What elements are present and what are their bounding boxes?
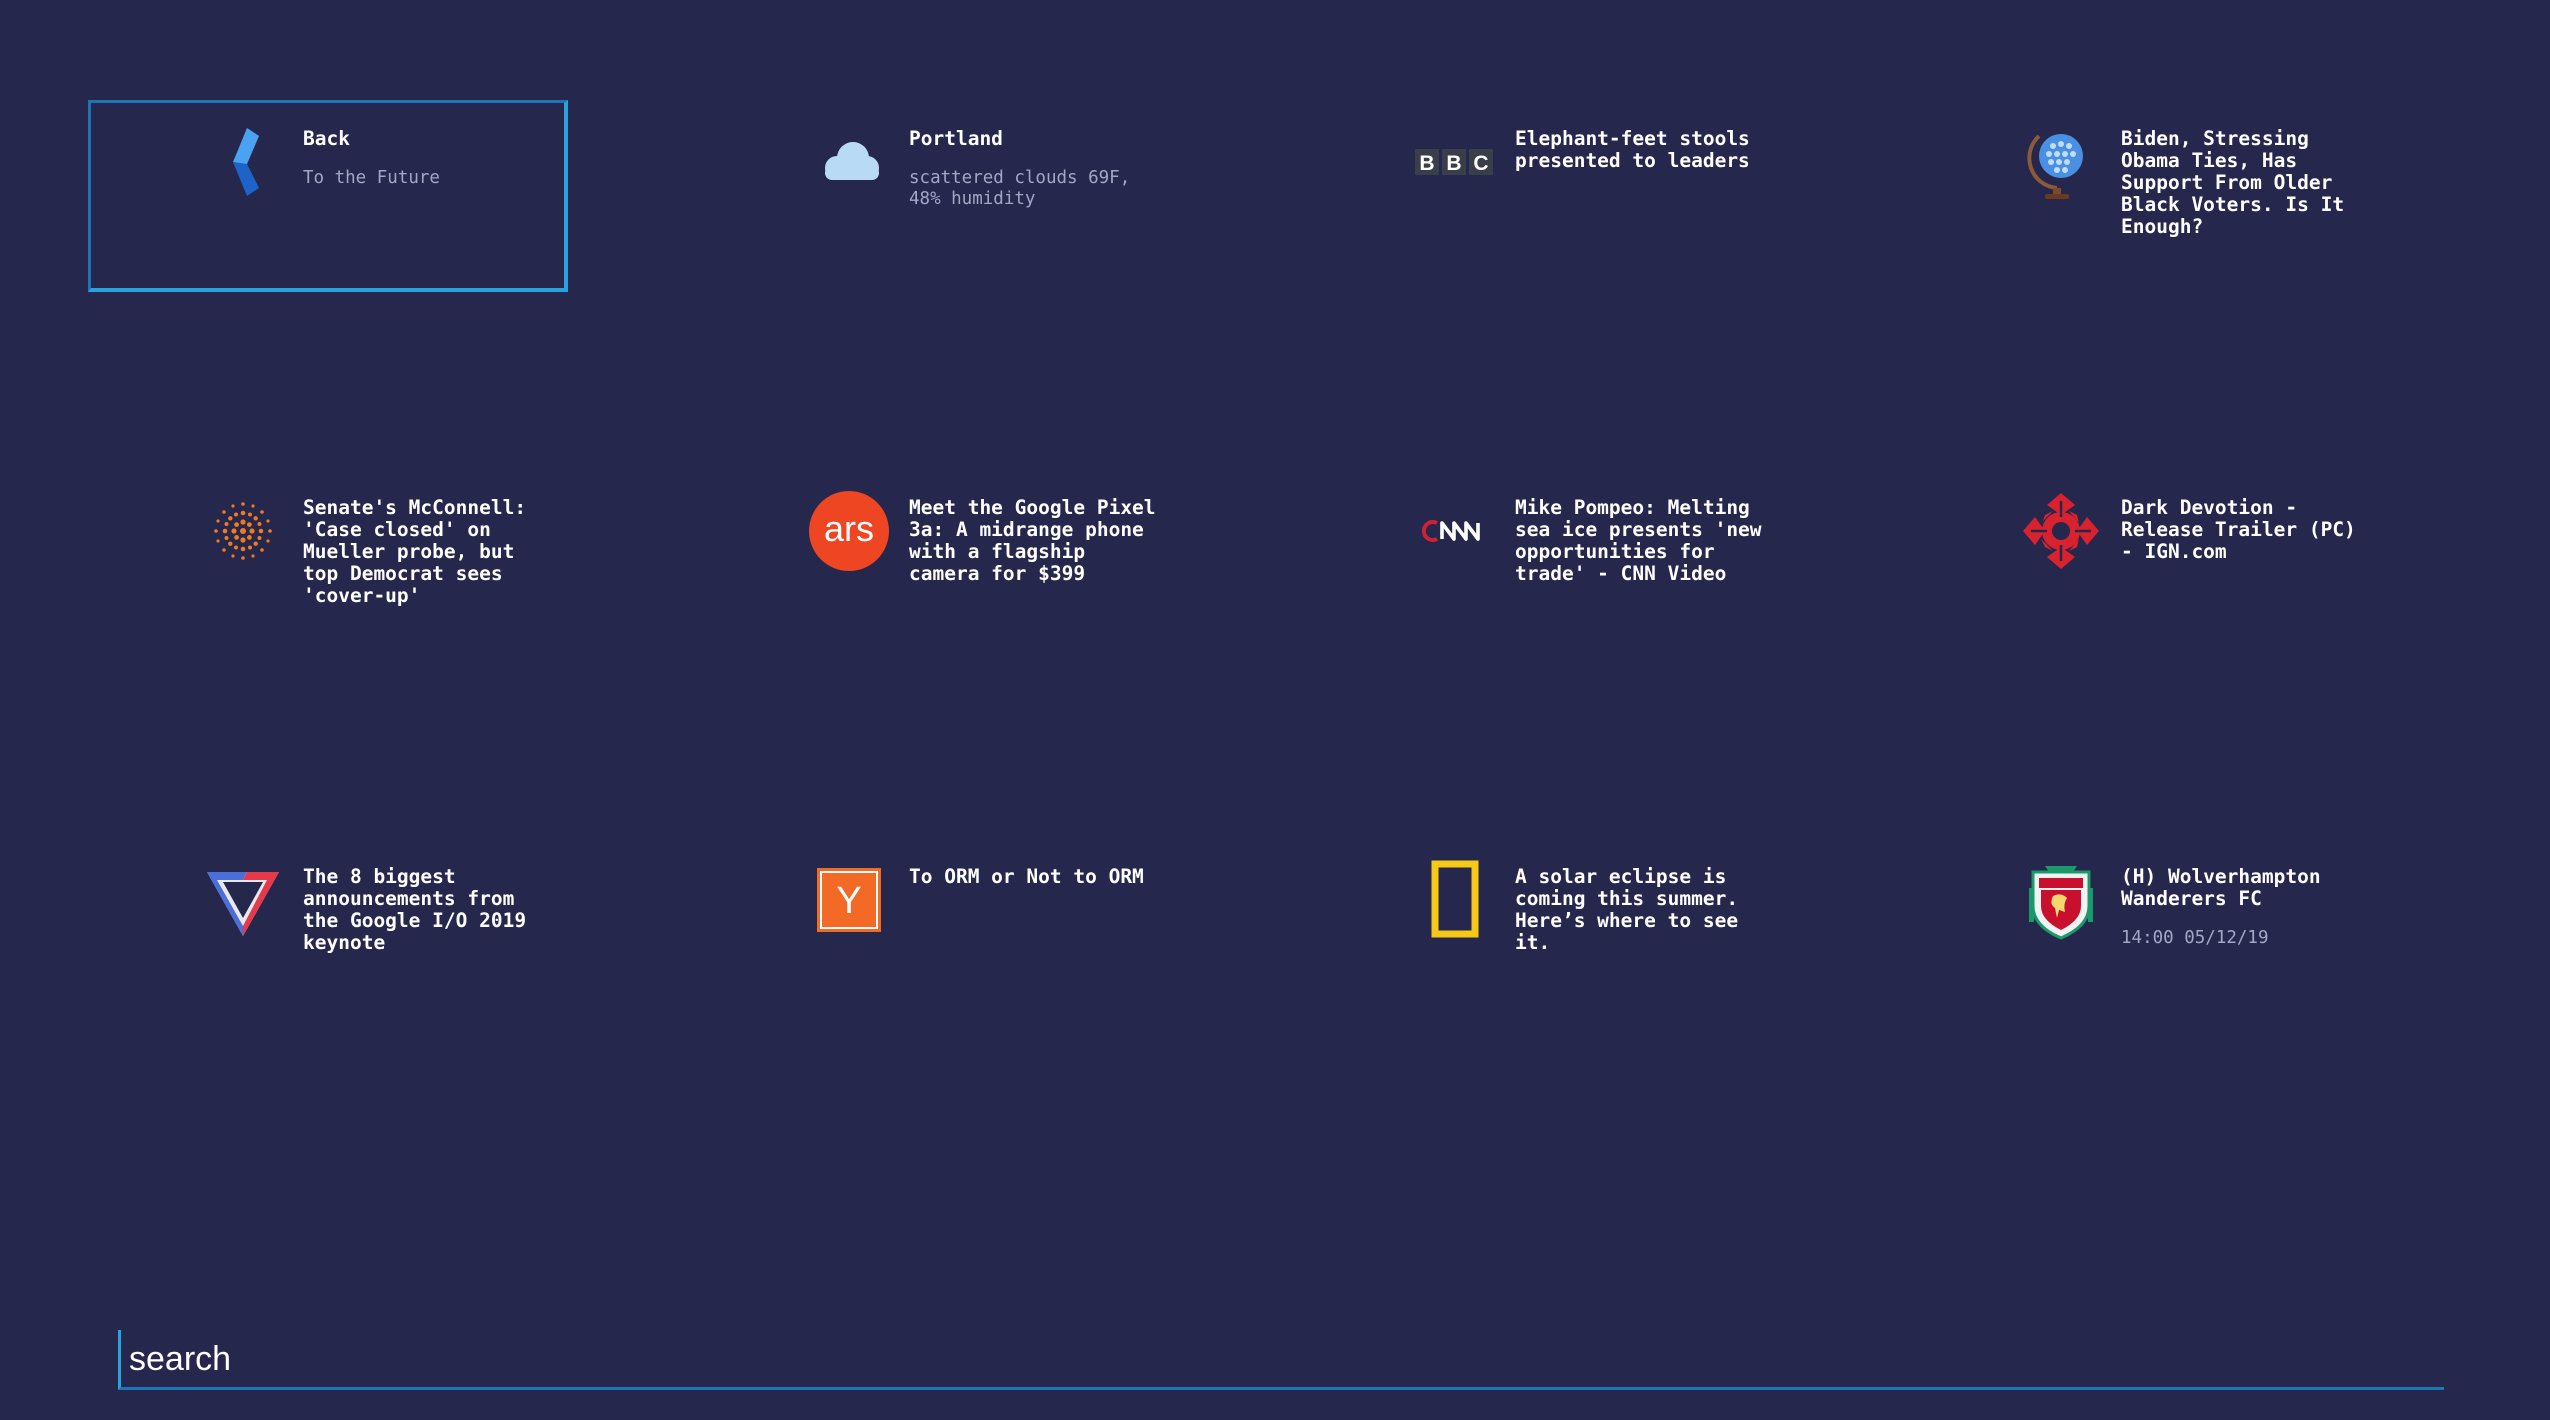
- ycombinator-logo-icon: Y: [809, 860, 889, 940]
- tile-natgeo[interactable]: A solar eclipse is coming this summer. H…: [1300, 838, 1780, 1030]
- svg-text:B: B: [1419, 152, 1434, 175]
- tile-bbc[interactable]: B B C Elephant-feet stools presented to …: [1300, 100, 1780, 292]
- svg-text:ars: ars: [824, 508, 874, 549]
- tile-title: To ORM or Not to ORM: [909, 865, 1144, 888]
- globe-icon: [2021, 122, 2101, 202]
- tile-title: Portland: [909, 127, 1003, 150]
- tile-title: Mike Pompeo: Melting sea ice presents 'n…: [1515, 496, 1762, 585]
- ign-logo-icon: [2021, 491, 2101, 571]
- tile-cnn[interactable]: Mike Pompeo: Melting sea ice presents 'n…: [1300, 469, 1780, 661]
- svg-text:B: B: [1446, 152, 1461, 175]
- search-bar: [118, 1330, 2444, 1390]
- tile-title: The 8 biggest announcements from the Goo…: [303, 865, 527, 954]
- tile-back[interactable]: Back To the Future: [88, 100, 568, 292]
- tile-nyt-globe[interactable]: Biden, Stressing Obama Ties, Has Support…: [1906, 100, 2386, 292]
- liverpool-crest-icon: [2021, 860, 2101, 940]
- tile-title: Back: [303, 127, 350, 150]
- tile-title: Dark Devotion - Release Trailer (PC) - I…: [2121, 496, 2356, 563]
- tile-title: Elephant-feet stools presented to leader…: [1515, 127, 1750, 172]
- tile-title: Biden, Stressing Obama Ties, Has Support…: [2121, 127, 2345, 238]
- natgeo-logo-icon: [1415, 860, 1495, 940]
- reuters-logo-icon: [203, 491, 283, 571]
- verge-logo-icon: [203, 860, 283, 940]
- ars-logo-icon: ars: [809, 491, 889, 571]
- tile-verge[interactable]: The 8 biggest announcements from the Goo…: [88, 838, 568, 1030]
- chevron-left-icon: [203, 122, 283, 202]
- tile-title: Senate's McConnell: 'Case closed' on Mue…: [303, 496, 527, 607]
- tile-subtitle: 14:00 05/12/19: [2121, 928, 2269, 948]
- svg-text:C: C: [1473, 152, 1488, 175]
- tile-ars[interactable]: ars Meet the Google Pixel 3a: A midrange…: [694, 469, 1174, 661]
- tile-title: (H) Wolverhampton Wanderers FC: [2121, 865, 2321, 910]
- svg-text:Y: Y: [836, 880, 861, 922]
- cloud-icon: [809, 122, 889, 202]
- search-input[interactable]: [129, 1334, 2329, 1384]
- bbc-logo-icon: B B C: [1415, 122, 1495, 202]
- tile-subtitle: scattered clouds 69F, 48% humidity: [909, 168, 1131, 209]
- tile-liverpool[interactable]: (H) Wolverhampton Wanderers FC 14:00 05/…: [1906, 838, 2386, 1030]
- tile-title: A solar eclipse is coming this summer. H…: [1515, 865, 1739, 954]
- tile-title: Meet the Google Pixel 3a: A midrange pho…: [909, 496, 1156, 585]
- tile-grid: Back To the Future Portland scattered cl…: [88, 100, 2512, 1207]
- cnn-logo-icon: [1415, 491, 1495, 571]
- tile-weather-portland[interactable]: Portland scattered clouds 69F, 48% humid…: [694, 100, 1174, 292]
- tile-reuters[interactable]: Senate's McConnell: 'Case closed' on Mue…: [88, 469, 568, 661]
- tile-hackernews[interactable]: Y To ORM or Not to ORM: [694, 838, 1174, 1030]
- tile-subtitle: To the Future: [303, 168, 440, 188]
- tile-ign[interactable]: Dark Devotion - Release Trailer (PC) - I…: [1906, 469, 2386, 661]
